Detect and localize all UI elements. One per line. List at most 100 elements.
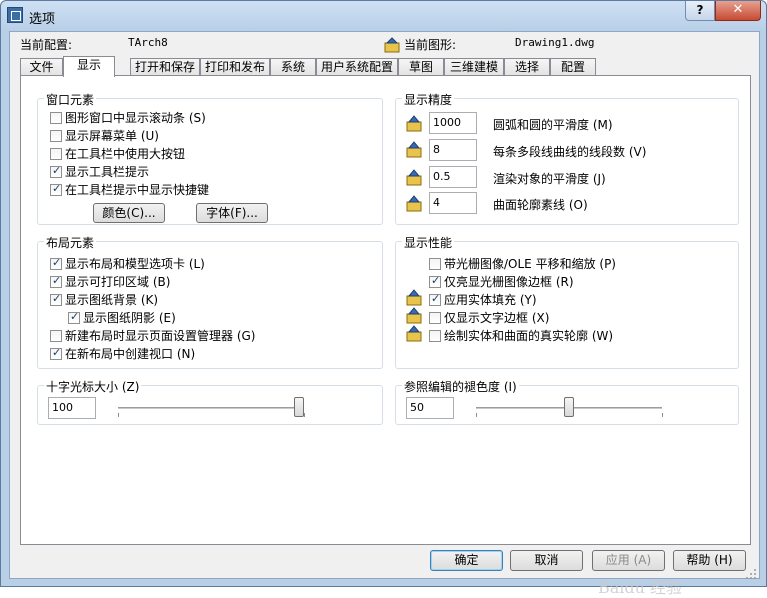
- checkbox-printable-area[interactable]: 显示可打印区域 (B): [50, 273, 170, 290]
- checkbox-label: 显示图纸阴影 (E): [83, 311, 176, 325]
- drawing-icon: [406, 169, 422, 186]
- checkbox-highlight-raster-frame[interactable]: 仅亮显光栅图像边框 (R): [429, 273, 574, 290]
- checkbox-paper-shadow[interactable]: 显示图纸阴影 (E): [68, 309, 176, 326]
- current-profile-value: TArch8: [128, 36, 168, 49]
- drawing-icon: [406, 307, 422, 324]
- checkbox-solid-fill[interactable]: 应用实体填充 (Y): [429, 291, 537, 308]
- checkbox-label: 在新布局中创建视口 (N): [65, 347, 196, 361]
- checkbox-create-viewport[interactable]: 在新布局中创建视口 (N): [50, 345, 195, 362]
- app-icon: [7, 7, 23, 23]
- checkbox-box[interactable]: [50, 130, 62, 142]
- checkbox-label: 显示布局和模型选项卡 (L): [65, 257, 205, 271]
- checkbox-box[interactable]: [50, 256, 62, 270]
- checkbox-layout-tabs[interactable]: 显示布局和模型选项卡 (L): [50, 255, 205, 272]
- drawing-icon: [406, 289, 422, 306]
- display-tab-panel: 窗口元素 图形窗口中显示滚动条 (S) 显示屏幕菜单 (U) 在工具栏中使用大按…: [20, 75, 751, 545]
- checkbox-box[interactable]: [429, 312, 441, 324]
- checkbox-show-scrollbars[interactable]: 图形窗口中显示滚动条 (S): [50, 109, 206, 126]
- xref-fade-slider-thumb[interactable]: [564, 397, 574, 417]
- tab-profiles[interactable]: 配置: [550, 58, 596, 76]
- checkbox-label: 绘制实体和曲面的真实轮廓 (W): [444, 329, 614, 343]
- contour-lines-input[interactable]: 4: [429, 192, 477, 214]
- tab-drafting[interactable]: 草图: [398, 58, 444, 76]
- checkbox-show-tooltips[interactable]: 显示工具栏提示: [50, 163, 149, 180]
- window-elements-title: 窗口元素: [44, 91, 97, 108]
- checkbox-box[interactable]: [429, 258, 441, 270]
- slider-tick: [118, 413, 119, 417]
- crosshair-size-group: 十字光标大小 (Z) 100: [37, 378, 383, 425]
- tab-user-preferences[interactable]: 用户系统配置: [316, 58, 398, 76]
- checkbox-label: 显示图纸背景 (K): [65, 293, 159, 307]
- window-elements-group: 窗口元素 图形窗口中显示滚动条 (S) 显示屏幕菜单 (U) 在工具栏中使用大按…: [37, 91, 383, 225]
- arc-smoothness-input[interactable]: 1000: [429, 112, 477, 134]
- checkbox-label: 仅显示文字边框 (X): [444, 311, 550, 325]
- checkbox-box[interactable]: [50, 182, 62, 196]
- checkbox-label: 新建布局时显示页面设置管理器 (G): [65, 329, 256, 343]
- layout-elements-title: 布局元素: [44, 234, 97, 251]
- polyline-segments-input[interactable]: 8: [429, 139, 477, 161]
- checkbox-label: 显示屏幕菜单 (U): [65, 129, 159, 143]
- tab-selection[interactable]: 选择: [504, 58, 550, 76]
- checkbox-box[interactable]: [50, 274, 62, 288]
- tab-files[interactable]: 文件: [20, 58, 63, 76]
- checkbox-tooltip-shortcuts[interactable]: 在工具栏提示中显示快捷键: [50, 181, 209, 198]
- crosshair-size-input[interactable]: 100: [48, 397, 96, 419]
- crosshair-size-title: 十字光标大小 (Z): [44, 378, 142, 395]
- checkbox-raster-pan-zoom[interactable]: 带光栅图像/OLE 平移和缩放 (P): [429, 255, 616, 272]
- xref-fade-title: 参照编辑的褪色度 (I): [402, 378, 519, 395]
- watermark: Baidu 经验: [598, 578, 683, 597]
- drawing-icon: [406, 115, 422, 132]
- checkbox-box[interactable]: [50, 112, 62, 124]
- layout-elements-group: 布局元素 显示布局和模型选项卡 (L) 显示可打印区域 (B) 显示图纸背景 (…: [37, 234, 383, 369]
- render-smoothness-label: 渲染对象的平滑度 (J): [493, 172, 606, 186]
- checkbox-box[interactable]: [68, 310, 80, 324]
- font-button[interactable]: 字体(F)...: [196, 203, 268, 223]
- xref-fade-input[interactable]: 50: [406, 397, 454, 419]
- apply-button[interactable]: 应用 (A): [592, 550, 665, 571]
- title-bar[interactable]: 选项 ? ✕: [1, 1, 766, 31]
- help-button[interactable]: 帮助 (H): [673, 550, 746, 571]
- checkbox-large-buttons[interactable]: 在工具栏中使用大按钮: [50, 145, 185, 162]
- checkbox-box[interactable]: [50, 292, 62, 306]
- polyline-segments-label: 每条多段线曲线的线段数 (V): [493, 145, 647, 159]
- checkbox-box[interactable]: [50, 330, 62, 342]
- checkbox-box[interactable]: [50, 346, 62, 360]
- checkbox-label: 显示可打印区域 (B): [65, 275, 171, 289]
- checkbox-box[interactable]: [429, 274, 441, 288]
- options-dialog: 选项 ? ✕ 当前配置: TArch8 当前图形: Drawing1.dwg 文…: [0, 0, 767, 597]
- checkbox-box[interactable]: [429, 330, 441, 342]
- checkbox-box[interactable]: [50, 164, 62, 178]
- checkbox-box[interactable]: [429, 292, 441, 306]
- arc-smoothness-label: 圆弧和圆的平滑度 (M): [493, 118, 613, 132]
- checkbox-true-silhouettes[interactable]: 绘制实体和曲面的真实轮廓 (W): [429, 327, 613, 344]
- tab-display[interactable]: 显示: [63, 56, 115, 77]
- resize-grip-icon[interactable]: [745, 568, 757, 580]
- checkbox-paper-background[interactable]: 显示图纸背景 (K): [50, 291, 158, 308]
- close-button[interactable]: ✕: [715, 1, 761, 21]
- xref-fade-group: 参照编辑的褪色度 (I) 50: [395, 378, 739, 425]
- checkbox-screen-menu[interactable]: 显示屏幕菜单 (U): [50, 127, 159, 144]
- display-performance-title: 显示性能: [402, 234, 455, 251]
- render-smoothness-input[interactable]: 0.5: [429, 166, 477, 188]
- crosshair-slider-track[interactable]: [118, 407, 304, 409]
- drawing-icon: [406, 195, 422, 212]
- checkbox-text-frame-only[interactable]: 仅显示文字边框 (X): [429, 309, 549, 326]
- tab-open-save[interactable]: 打开和保存: [130, 58, 200, 76]
- tab-3d-modeling[interactable]: 三维建模: [444, 58, 504, 76]
- checkbox-page-setup-manager[interactable]: 新建布局时显示页面设置管理器 (G): [50, 327, 255, 344]
- checkbox-box[interactable]: [50, 148, 62, 160]
- color-button[interactable]: 颜色(C)...: [93, 203, 165, 223]
- help-title-button[interactable]: ?: [685, 1, 715, 21]
- drawing-icon: [406, 141, 422, 158]
- crosshair-slider-thumb[interactable]: [294, 397, 304, 417]
- checkbox-label: 图形窗口中显示滚动条 (S): [65, 111, 206, 125]
- cancel-button[interactable]: 取消: [510, 550, 583, 571]
- tab-system[interactable]: 系统: [270, 58, 316, 76]
- dialog-body: 当前配置: TArch8 当前图形: Drawing1.dwg 文件 显示 打开…: [9, 31, 760, 597]
- checkbox-label: 仅亮显光栅图像边框 (R): [444, 275, 574, 289]
- display-resolution-group: 显示精度 1000 圆弧和圆的平滑度 (M) 8 每条多段线曲线的线段数 (V)…: [395, 91, 739, 225]
- ok-button[interactable]: 确定: [430, 550, 503, 571]
- tab-plot-publish[interactable]: 打印和发布: [200, 58, 270, 76]
- checkbox-label: 带光栅图像/OLE 平移和缩放 (P): [444, 257, 616, 271]
- slider-tick: [662, 413, 663, 417]
